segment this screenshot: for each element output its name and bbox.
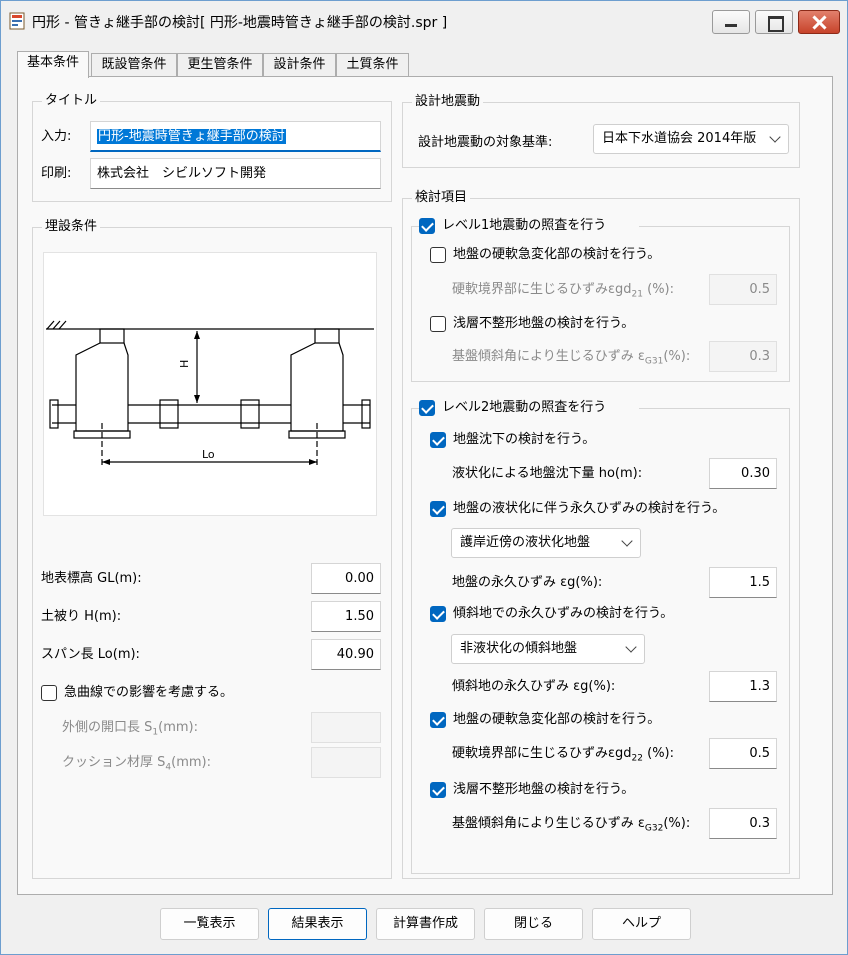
close-window-button[interactable] — [798, 10, 840, 34]
app-icon — [9, 12, 25, 30]
title-input-field[interactable]: 円形-地震時管きょ継手部の検討 — [90, 121, 381, 152]
level2-hard-soft-checkbox[interactable]: 地盤の硬軟急変化部の検討を行う。 — [430, 711, 700, 729]
slope-checkbox-box[interactable] — [430, 606, 446, 622]
sharp-curve-checkbox-box[interactable] — [41, 685, 57, 701]
subsidence-checkbox-box[interactable] — [430, 432, 446, 448]
level1-checkbox[interactable]: レベル1地震動の照査を行う — [419, 217, 639, 235]
level1-checkbox-box[interactable] — [419, 218, 435, 234]
level1-hard-soft-checkbox[interactable]: 地盤の硬軟急変化部の検討を行う。 — [430, 246, 700, 264]
chevron-down-icon — [625, 641, 637, 653]
burial-diagram: H Lo — [43, 252, 377, 516]
ho-label: 液状化による地盤沈下量 ho(m): — [452, 466, 643, 481]
help-button[interactable]: ヘルプ — [592, 908, 691, 940]
span-length-label: スパン長 Lo(m): — [41, 647, 140, 662]
tab-basic-conditions[interactable]: 基本条件 — [17, 51, 89, 78]
liquefaction-checkbox-box[interactable] — [430, 501, 446, 517]
liquefaction-checkbox[interactable]: 地盤の液状化に伴う永久ひずみの検討を行う。 — [430, 500, 740, 518]
level1-shallow-checkbox[interactable]: 浅層不整形地盤の検討を行う。 — [430, 315, 680, 333]
level2-checkbox[interactable]: レベル2地震動の照査を行う — [419, 399, 639, 417]
g31-input[interactable]: 0.3 — [709, 341, 777, 372]
input-label: 入力: — [41, 129, 72, 144]
span-length-input[interactable]: 40.90 — [311, 639, 381, 670]
g32-label: 基盤傾斜角により生じるひずみ εG32(%): — [452, 816, 691, 834]
create-report-button[interactable]: 計算書作成 — [376, 908, 475, 940]
cushion-thickness-label: クッション材厚 S4(mm): — [62, 755, 211, 773]
burial-group-label: 埋設条件 — [42, 219, 101, 235]
liquefaction-type-select[interactable]: 護岸近傍の液状化地盤 — [451, 528, 641, 558]
cover-depth-input[interactable]: 1.50 — [311, 601, 381, 632]
target-standard-select[interactable]: 日本下水道協会 2014年版 — [593, 124, 789, 154]
chevron-down-icon — [769, 131, 781, 143]
minimize-button[interactable] — [712, 10, 750, 34]
title-group-label: タイトル — [42, 93, 101, 109]
level2-shallow-checkbox-box[interactable] — [430, 782, 446, 798]
opening-length-input[interactable] — [311, 712, 381, 743]
eg-label: 地盤の永久ひずみ εg(%): — [452, 575, 603, 590]
h-dimension-label: H — [178, 360, 191, 368]
slope-eg-input[interactable]: 1.3 — [709, 671, 777, 702]
slope-type-select[interactable]: 非液状化の傾斜地盤 — [451, 634, 645, 664]
gd22-label: 硬軟境界部に生じるひずみεgd22 (%): — [452, 746, 674, 764]
close-button[interactable]: 閉じる — [484, 908, 583, 940]
design-earthquake-label: 設計地震動 — [412, 94, 484, 110]
check-items-label: 検討項目 — [412, 190, 471, 206]
cover-depth-label: 土被り H(m): — [41, 609, 122, 624]
level2-hard-soft-checkbox-box[interactable] — [430, 712, 446, 728]
level1-hard-soft-checkbox-box[interactable] — [430, 247, 446, 263]
window-title: 円形 - 管きょ継手部の検討[ 円形-地震時管きょ継手部の検討.spr ] — [32, 15, 448, 31]
sharp-curve-checkbox[interactable]: 急曲線での影響を考慮する。 — [41, 684, 301, 702]
eg-input[interactable]: 1.5 — [709, 567, 777, 598]
gl-input[interactable]: 0.00 — [311, 563, 381, 594]
g31-label: 基盤傾斜角により生じるひずみ εG31(%): — [452, 349, 691, 367]
level1-shallow-checkbox-box[interactable] — [430, 316, 446, 332]
cushion-thickness-input[interactable] — [311, 747, 381, 778]
slope-checkbox[interactable]: 傾斜地での永久ひずみの検討を行う。 — [430, 605, 710, 623]
print-label: 印刷: — [41, 166, 72, 181]
gd22-input[interactable]: 0.5 — [709, 738, 777, 769]
ho-input[interactable]: 0.30 — [709, 458, 777, 489]
main-window: 円形 - 管きょ継手部の検討[ 円形-地震時管きょ継手部の検討.spr ] 基本… — [0, 0, 848, 955]
chevron-down-icon — [621, 535, 633, 547]
tab-soil-conditions[interactable]: 土質条件 — [336, 53, 409, 77]
gl-label: 地表標高 GL(m): — [41, 571, 142, 586]
level2-shallow-checkbox[interactable]: 浅層不整形地盤の検討を行う。 — [430, 781, 680, 799]
opening-length-label: 外側の開口長 S1(mm): — [62, 720, 198, 738]
maximize-button[interactable] — [755, 10, 793, 34]
tab-existing-pipe[interactable]: 既設管条件 — [91, 53, 177, 77]
title-bar: 円形 - 管きょ継手部の検討[ 円形-地震時管きょ継手部の検討.spr ] — [1, 1, 847, 41]
tab-renewal-pipe[interactable]: 更生管条件 — [177, 53, 263, 77]
gd21-input[interactable]: 0.5 — [709, 274, 777, 305]
g32-input[interactable]: 0.3 — [709, 808, 777, 839]
print-title-field[interactable]: 株式会社 シビルソフト開発 — [90, 158, 381, 189]
level2-checkbox-box[interactable] — [419, 400, 435, 416]
tab-design-conditions[interactable]: 設計条件 — [263, 53, 336, 77]
slope-eg-label: 傾斜地の永久ひずみ εg(%): — [452, 679, 616, 694]
subsidence-checkbox[interactable]: 地盤沈下の検討を行う。 — [430, 431, 630, 449]
target-standard-label: 設計地震動の対象基準: — [418, 135, 553, 150]
gd21-label: 硬軟境界部に生じるひずみεgd21 (%): — [452, 282, 674, 300]
burial-diagram-drawing: H Lo — [46, 320, 374, 467]
list-view-button[interactable]: 一覧表示 — [160, 908, 259, 940]
lo-dimension-label: Lo — [202, 448, 215, 461]
show-result-button[interactable]: 結果表示 — [268, 908, 367, 940]
